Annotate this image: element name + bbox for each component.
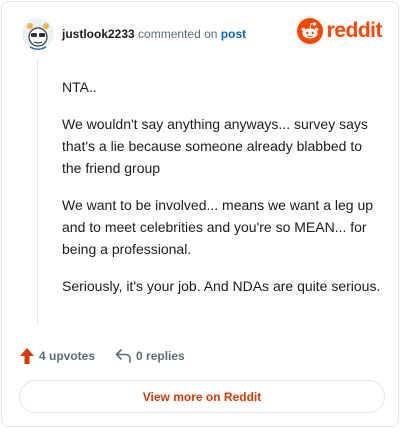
reddit-logo-icon xyxy=(296,18,323,44)
post-link[interactable]: post xyxy=(221,27,246,41)
comment-actions: 4 upvotes 0 replies xyxy=(20,346,185,366)
comment-meta: justlook2233 commented on post xyxy=(62,27,246,41)
comment-body: NTA.. We wouldn't say anything anyways..… xyxy=(62,76,382,312)
reddit-wordmark: reddit xyxy=(326,19,383,42)
comment-paragraph: We wouldn't say anything anyways... surv… xyxy=(62,116,368,176)
username-link[interactable]: justlook2233 xyxy=(62,27,135,41)
commented-on-text: commented on xyxy=(138,27,218,41)
comment-header: justlook2233 commented on post reddit xyxy=(22,18,383,52)
reply-arrow-icon xyxy=(115,349,131,363)
reddit-brand[interactable]: reddit xyxy=(296,18,383,44)
user-avatar[interactable] xyxy=(22,18,54,50)
upvotes-count: 4 upvotes xyxy=(39,349,96,363)
view-more-button[interactable]: View more on Reddit xyxy=(19,380,385,413)
replies-button[interactable]: 0 replies xyxy=(115,349,185,363)
thread-line[interactable] xyxy=(37,58,38,326)
comment-paragraph: We want to be involved... means we want … xyxy=(62,197,374,257)
upvote-button[interactable]: 4 upvotes xyxy=(20,348,95,364)
comment-paragraph: Seriously, it's your job. And NDAs are q… xyxy=(62,278,381,294)
upvote-arrow-icon xyxy=(20,348,34,364)
comment-paragraph: NTA.. xyxy=(62,79,97,95)
comment-card: justlook2233 commented on post reddit NT… xyxy=(1,1,399,427)
replies-count: 0 replies xyxy=(136,349,185,363)
